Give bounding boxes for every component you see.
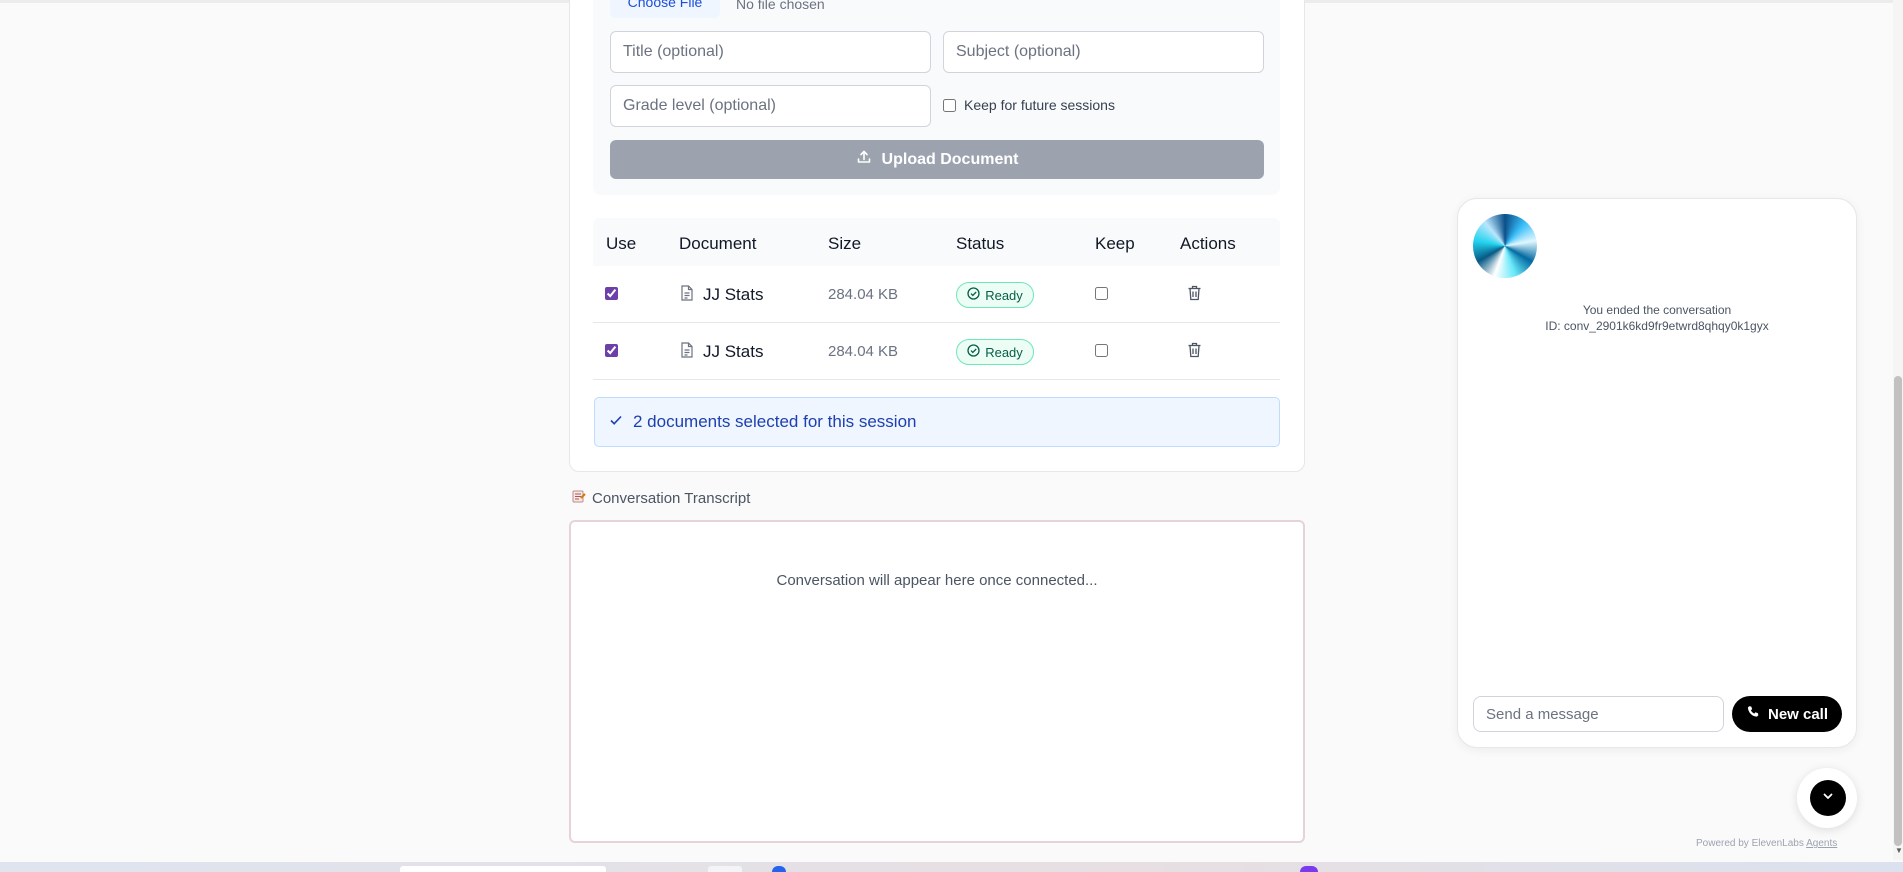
collapse-widget-button[interactable] xyxy=(1810,780,1846,816)
status-badge: Ready xyxy=(956,339,1034,365)
phone-icon xyxy=(1746,705,1760,723)
keep-checkbox[interactable] xyxy=(1095,344,1108,357)
header-keep: Keep xyxy=(1095,234,1135,253)
header-document: Document xyxy=(679,234,757,253)
keep-future-option[interactable]: Keep for future sessions xyxy=(943,97,1115,113)
taskbar-app[interactable] xyxy=(708,866,742,872)
selection-info-text: 2 documents selected for this session xyxy=(633,412,917,431)
header-status: Status xyxy=(956,234,1005,253)
table-row xyxy=(593,323,1280,380)
document-size: 284.04 KB xyxy=(828,286,899,303)
transcript-empty-text: Conversation will appear here once conne… xyxy=(776,572,1098,589)
trash-icon[interactable] xyxy=(1187,285,1202,306)
browser-icon[interactable] xyxy=(772,866,786,872)
conversation-id: ID: conv_2901k6kd9fr9etwrd8qhqy0k1gyx xyxy=(1545,319,1769,333)
upload-button-label: Upload Document xyxy=(881,150,1019,168)
chevron-down-icon xyxy=(1821,789,1835,808)
status-badge: Ready xyxy=(956,282,1034,308)
header-use: Use xyxy=(606,234,637,253)
keep-future-label: Keep for future sessions xyxy=(964,97,1115,113)
header-size: Size xyxy=(828,234,862,253)
scrollbar-thumb[interactable] xyxy=(1894,376,1902,846)
transcript-box: Conversation will appear here once conne… xyxy=(569,520,1305,843)
memo-icon xyxy=(572,489,586,507)
agent-avatar-orb xyxy=(1473,214,1537,278)
keep-future-checkbox[interactable] xyxy=(943,98,956,112)
document-name: JJ Stats xyxy=(703,285,764,304)
trash-icon[interactable] xyxy=(1187,342,1202,363)
transcript-heading: Conversation Transcript xyxy=(572,489,750,507)
message-input[interactable] xyxy=(1473,696,1724,732)
taskbar-strip xyxy=(0,862,1903,872)
title-input[interactable] xyxy=(610,31,931,73)
document-name: JJ Stats xyxy=(703,342,764,361)
app-icon[interactable] xyxy=(1300,866,1318,872)
powered-by-text: Powered by ElevenLabs xyxy=(1696,838,1804,849)
keep-checkbox[interactable] xyxy=(1095,287,1108,300)
new-call-label: New call xyxy=(1767,705,1829,723)
document-icon xyxy=(680,342,694,363)
header-actions: Actions xyxy=(1180,234,1236,253)
new-call-button[interactable]: New call xyxy=(1732,696,1842,732)
powered-by: Powered by ElevenLabs Agents xyxy=(1696,838,1837,849)
use-checkbox[interactable] xyxy=(605,344,618,357)
status-label: Ready xyxy=(985,344,1023,360)
conversation-status: You ended the conversation ID: conv_2901… xyxy=(1457,302,1857,334)
transcript-label: Conversation Transcript xyxy=(592,489,751,507)
upload-icon xyxy=(856,149,872,170)
check-circle-icon xyxy=(967,287,980,303)
upload-document-button[interactable]: Upload Document xyxy=(610,140,1264,179)
status-label: Ready xyxy=(985,287,1023,303)
table-row xyxy=(593,266,1280,323)
agents-link[interactable]: Agents xyxy=(1806,838,1837,849)
selection-info-banner: 2 documents selected for this session xyxy=(594,397,1280,447)
taskbar-search[interactable] xyxy=(400,866,606,872)
ended-message: You ended the conversation xyxy=(1582,303,1732,317)
document-icon xyxy=(680,285,694,306)
check-circle-icon xyxy=(967,344,980,360)
document-size: 284.04 KB xyxy=(828,343,899,360)
check-icon xyxy=(609,412,623,432)
choose-file-button[interactable]: Choose File xyxy=(610,0,720,18)
scroll-down-arrow-icon[interactable]: ▼ xyxy=(1895,846,1903,855)
no-file-text: No file chosen xyxy=(736,0,825,12)
chat-widget xyxy=(1457,198,1857,748)
use-checkbox[interactable] xyxy=(605,287,618,300)
grade-level-input[interactable] xyxy=(610,85,931,127)
subject-input[interactable] xyxy=(943,31,1264,73)
